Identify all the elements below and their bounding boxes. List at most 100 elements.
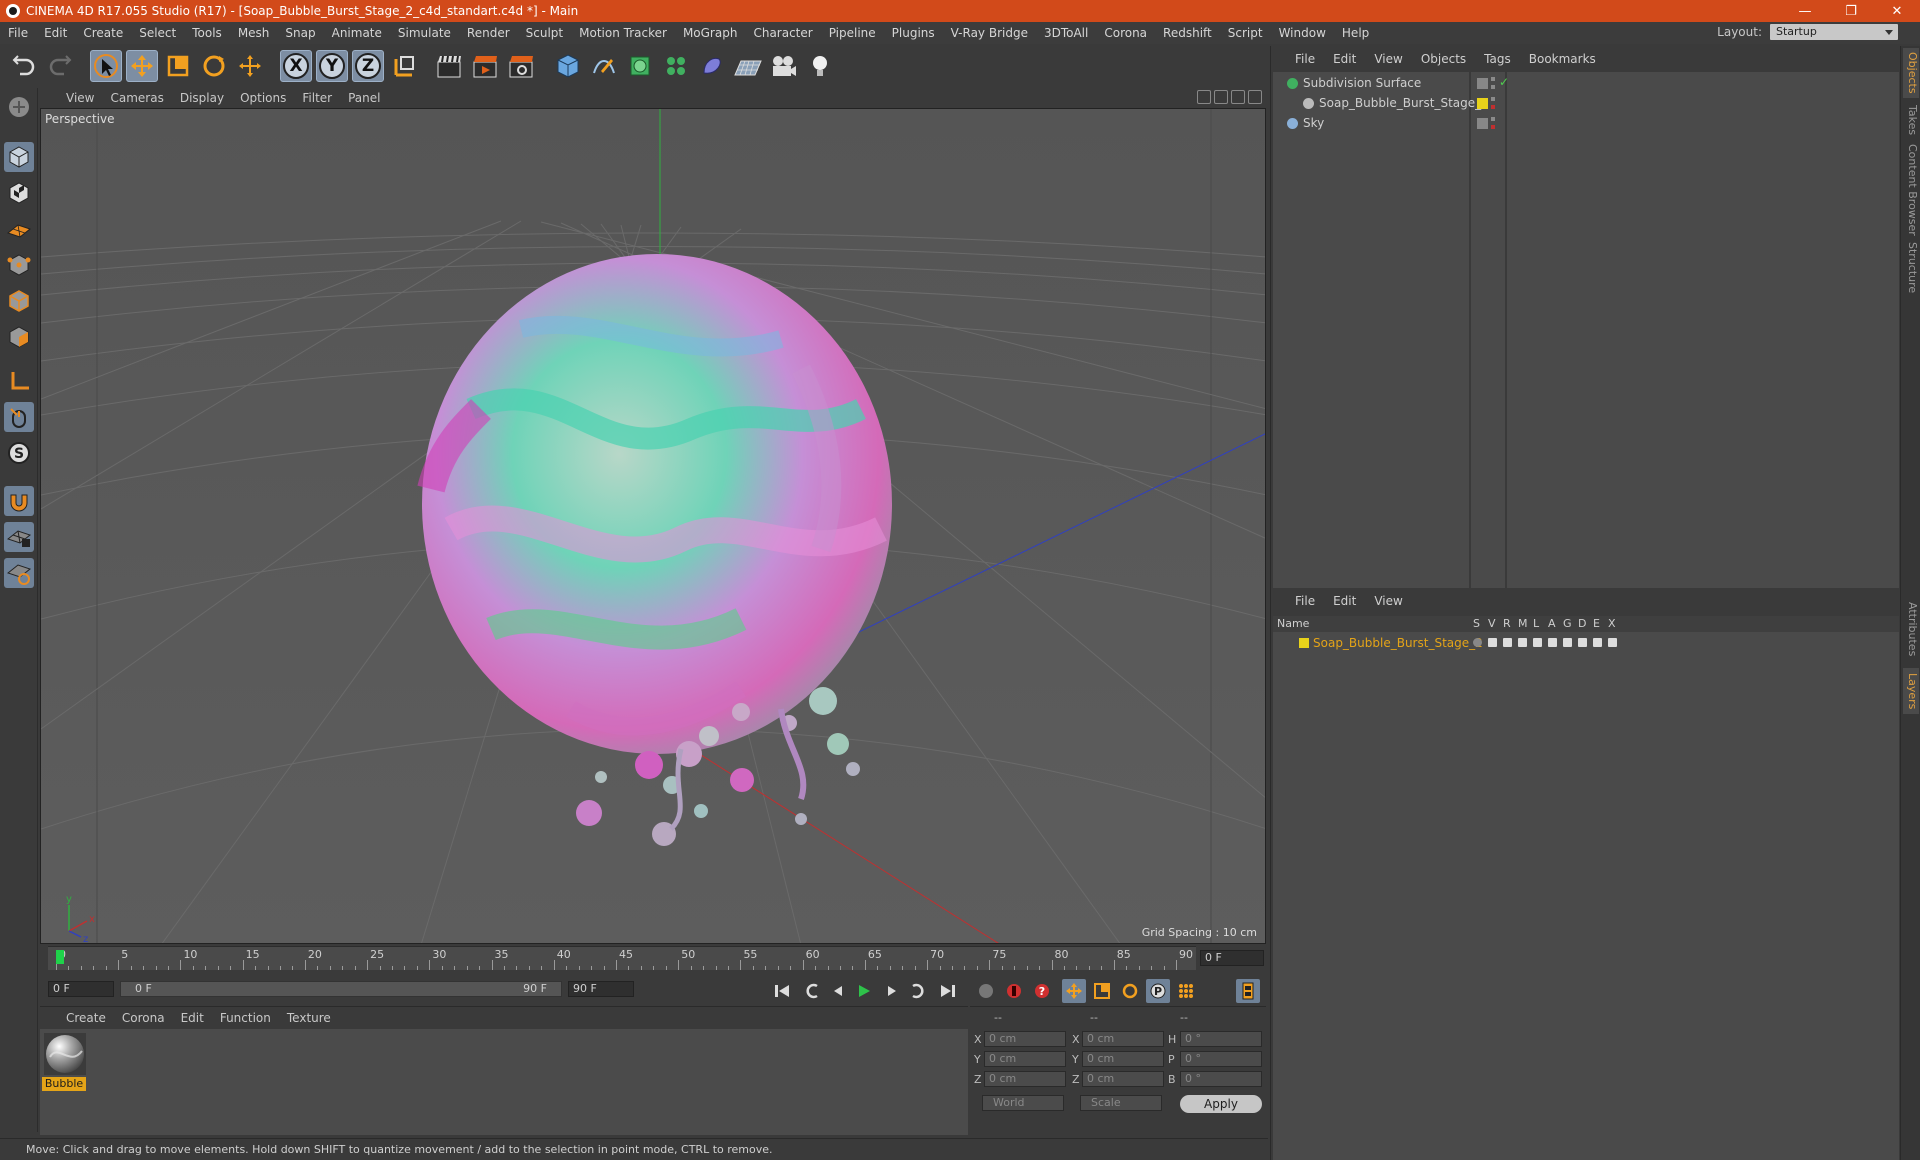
size-mode-dropdown[interactable]: Scale xyxy=(1080,1095,1162,1111)
layout-dropdown[interactable]: Startup xyxy=(1770,24,1898,40)
object-menu-file[interactable]: File xyxy=(1295,52,1315,66)
side-tab-objects[interactable]: Objects xyxy=(1903,48,1919,98)
frame-range-slider[interactable]: 0 F 90 F xyxy=(120,981,562,997)
play-button[interactable] xyxy=(852,979,876,1003)
floor-button[interactable] xyxy=(732,50,764,82)
coord-rot-p-field[interactable]: 0 ° xyxy=(1180,1051,1262,1067)
menu-render[interactable]: Render xyxy=(459,26,518,40)
menu-sculpt[interactable]: Sculpt xyxy=(518,26,571,40)
coord-pos-y-field[interactable]: 0 cm xyxy=(984,1051,1066,1067)
coord-rot-h-field[interactable]: 0 ° xyxy=(1180,1031,1262,1047)
tweak-mode-button[interactable] xyxy=(4,402,34,432)
timeline-window-button[interactable] xyxy=(1236,979,1260,1003)
solo-dot-icon[interactable] xyxy=(1473,638,1482,647)
subdivision-surface-button[interactable] xyxy=(624,50,656,82)
menu-select[interactable]: Select xyxy=(131,26,184,40)
light-button[interactable] xyxy=(804,50,836,82)
transform-tool-button[interactable] xyxy=(234,50,266,82)
viewport-menu-filter[interactable]: Filter xyxy=(302,91,342,105)
menu-character[interactable]: Character xyxy=(745,26,820,40)
key-parameter-button[interactable]: P xyxy=(1146,979,1170,1003)
end-frame-field[interactable]: 90 F xyxy=(568,981,634,997)
object-row-subdivision-surface[interactable]: Subdivision Surface ✓ xyxy=(1273,74,1893,93)
planar-workplane-button[interactable] xyxy=(4,558,34,588)
menu-redshift[interactable]: Redshift xyxy=(1155,26,1220,40)
go-to-end-button[interactable] xyxy=(936,979,960,1003)
record-keys-button[interactable] xyxy=(974,979,998,1003)
layer-menu-view[interactable]: View xyxy=(1374,594,1402,608)
menu-pipeline[interactable]: Pipeline xyxy=(821,26,884,40)
deformer-icon[interactable] xyxy=(1578,638,1587,647)
current-frame-field[interactable]: 0 F xyxy=(1200,950,1264,966)
timeline-ruler[interactable]: 051015202530354045505560657075808590 xyxy=(48,946,1196,970)
material-name-label[interactable]: Bubble xyxy=(42,1077,86,1091)
previous-frame-button[interactable] xyxy=(826,979,850,1003)
toggle-views-icon[interactable] xyxy=(1248,90,1262,104)
next-frame-button[interactable] xyxy=(880,979,904,1003)
menu-3dtoall[interactable]: 3DToAll xyxy=(1036,26,1096,40)
menu-create[interactable]: Create xyxy=(75,26,131,40)
magnet-button[interactable] xyxy=(4,486,34,516)
enabled-check-icon[interactable]: ✓ xyxy=(1499,75,1509,89)
locked-workplane-button[interactable] xyxy=(4,522,34,552)
object-menu-tags[interactable]: Tags xyxy=(1484,52,1511,66)
side-tab-layers[interactable]: Layers xyxy=(1903,668,1919,714)
viewport-menu-options[interactable]: Options xyxy=(240,91,296,105)
layer-menu-file[interactable]: File xyxy=(1295,594,1315,608)
z-axis-lock-button[interactable]: Z xyxy=(352,50,384,82)
redo-button[interactable] xyxy=(44,50,76,82)
menu-window[interactable]: Window xyxy=(1271,26,1334,40)
layer-menu-edit[interactable]: Edit xyxy=(1333,594,1356,608)
key-rotation-button[interactable] xyxy=(1118,979,1142,1003)
pan-icon[interactable] xyxy=(1197,90,1211,104)
viewport-menu-panel[interactable]: Panel xyxy=(348,91,390,105)
menu-mesh[interactable]: Mesh xyxy=(230,26,278,40)
side-tab-attributes[interactable]: Attributes xyxy=(1903,594,1919,664)
menu-simulate[interactable]: Simulate xyxy=(390,26,459,40)
menu-corona[interactable]: Corona xyxy=(1096,26,1155,40)
snap-toggle-button[interactable]: S xyxy=(4,438,34,468)
side-tab-takes[interactable]: Takes xyxy=(1903,100,1919,140)
perspective-viewport[interactable]: y x z Perspective Grid Spacing : 10 cm xyxy=(40,108,1266,944)
animation-icon[interactable] xyxy=(1548,638,1557,647)
object-tag-icon[interactable] xyxy=(1477,78,1488,89)
material-menu-function[interactable]: Function xyxy=(220,1011,271,1025)
enable-axis-button[interactable] xyxy=(4,366,34,396)
live-selection-button[interactable] xyxy=(90,50,122,82)
spline-pen-button[interactable] xyxy=(588,50,620,82)
object-tag-icon[interactable] xyxy=(1477,118,1488,129)
make-editable-button[interactable] xyxy=(4,92,34,122)
viewport-menu-display[interactable]: Display xyxy=(180,91,234,105)
key-position-button[interactable] xyxy=(1062,979,1086,1003)
model-mode-button[interactable] xyxy=(4,142,34,172)
soap-bubble[interactable] xyxy=(417,254,892,754)
layer-row[interactable]: Soap_Bubble_Burst_Stage_2 xyxy=(1273,634,1893,653)
deformer-button[interactable] xyxy=(696,50,728,82)
material-menu-corona[interactable]: Corona xyxy=(122,1011,165,1025)
previous-key-button[interactable] xyxy=(800,979,824,1003)
render-settings-button[interactable] xyxy=(506,50,538,82)
edges-mode-button[interactable] xyxy=(4,286,34,316)
layer-color-swatch[interactable] xyxy=(1477,98,1488,109)
menu-help[interactable]: Help xyxy=(1334,26,1377,40)
y-axis-lock-button[interactable]: Y xyxy=(316,50,348,82)
playhead[interactable] xyxy=(56,950,64,964)
coord-size-y-field[interactable]: 0 cm xyxy=(1082,1051,1164,1067)
minimize-button[interactable]: — xyxy=(1782,0,1828,22)
cube-object-button[interactable] xyxy=(552,50,584,82)
visible-eye-icon[interactable] xyxy=(1488,638,1497,647)
polygons-mode-button[interactable] xyxy=(4,322,34,352)
menu-plugins[interactable]: Plugins xyxy=(884,26,943,40)
go-to-start-button[interactable] xyxy=(770,979,794,1003)
side-tab-structure[interactable]: Structure xyxy=(1903,240,1919,296)
visibility-dots-icon[interactable] xyxy=(1491,97,1495,109)
material-menu-texture[interactable]: Texture xyxy=(287,1011,331,1025)
xref-icon[interactable] xyxy=(1608,638,1617,647)
lock-icon[interactable] xyxy=(1533,638,1542,647)
apply-button[interactable]: Apply xyxy=(1180,1095,1262,1113)
menu-v-ray-bridge[interactable]: V-Ray Bridge xyxy=(943,26,1036,40)
object-row-sky[interactable]: Sky xyxy=(1273,114,1893,133)
scale-tool-button[interactable] xyxy=(162,50,194,82)
camera-button[interactable] xyxy=(768,50,800,82)
texture-mode-button[interactable] xyxy=(4,178,34,208)
